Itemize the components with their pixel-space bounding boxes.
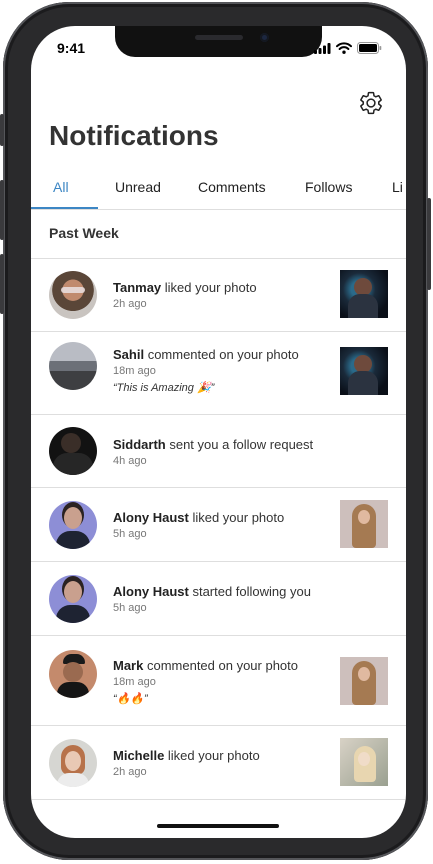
phone-frame: 9:41 Notifications All Unread Comments F… xyxy=(0,2,431,860)
notification-text: Michelle liked your photo xyxy=(113,748,260,763)
power-button xyxy=(427,198,431,290)
avatar xyxy=(49,271,97,319)
notification-action: liked your photo xyxy=(188,510,285,525)
notification-time: 4h ago xyxy=(113,455,147,467)
notification-row[interactable]: Siddarth sent you a follow request 4h ag… xyxy=(31,415,406,488)
notification-text: Tanmay liked your photo xyxy=(113,280,257,295)
speaker xyxy=(195,35,243,40)
user-name[interactable]: Alony Haust xyxy=(113,510,189,525)
front-camera xyxy=(260,33,269,42)
notification-action: liked your photo xyxy=(164,748,260,763)
notification-time: 5h ago xyxy=(113,602,147,614)
avatar xyxy=(49,575,97,623)
notification-text: Alony Haust liked your photo xyxy=(113,510,284,525)
settings-gear-icon[interactable] xyxy=(358,90,384,116)
section-title: Past Week xyxy=(49,225,119,241)
user-name[interactable]: Michelle xyxy=(113,748,164,763)
notification-time: 2h ago xyxy=(113,766,147,778)
tab-follows[interactable]: Follows xyxy=(305,179,352,195)
mute-switch xyxy=(0,114,4,146)
notification-row[interactable]: Alony Haust started following you 5h ago xyxy=(31,562,406,636)
tab-bar: All Unread Comments Follows Li xyxy=(31,169,406,210)
battery-icon xyxy=(357,42,382,54)
active-tab-indicator xyxy=(31,207,98,209)
tab-comments[interactable]: Comments xyxy=(198,179,266,195)
avatar xyxy=(49,650,97,698)
comment-quote: “This is Amazing 🎉” xyxy=(113,382,215,394)
user-name[interactable]: Alony Haust xyxy=(113,584,189,599)
user-name[interactable]: Sahil xyxy=(113,347,144,362)
avatar xyxy=(49,739,97,787)
notification-row[interactable]: Michelle liked your photo 2h ago xyxy=(31,726,406,800)
notification-action: commented on your photo xyxy=(144,347,299,362)
section-header: Past Week xyxy=(31,210,406,259)
notification-time: 5h ago xyxy=(113,528,147,540)
user-name[interactable]: Tanmay xyxy=(113,280,161,295)
photo-thumbnail[interactable] xyxy=(340,738,388,786)
photo-thumbnail[interactable] xyxy=(340,270,388,318)
notification-action: sent you a follow request xyxy=(165,437,314,452)
user-name[interactable]: Mark xyxy=(113,658,143,673)
notification-text: Siddarth sent you a follow request xyxy=(113,437,313,452)
status-time: 9:41 xyxy=(57,40,86,56)
photo-thumbnail[interactable] xyxy=(340,657,388,705)
notification-text: Alony Haust started following you xyxy=(113,584,311,599)
notification-time: 18m ago xyxy=(113,676,156,688)
photo-thumbnail[interactable] xyxy=(340,500,388,548)
photo-thumbnail[interactable] xyxy=(340,347,388,395)
notification-row[interactable]: Alony Haust liked your photo 5h ago xyxy=(31,488,406,562)
user-name[interactable]: Siddarth xyxy=(113,437,166,452)
notification-text: Sahil commented on your photo xyxy=(113,347,299,362)
tab-all[interactable]: All xyxy=(53,179,69,195)
notification-action: started following you xyxy=(188,584,311,599)
tab-unread[interactable]: Unread xyxy=(115,179,161,195)
page-title: Notifications xyxy=(49,120,219,151)
tab-likes[interactable]: Li xyxy=(392,179,403,195)
cellular-signal-icon xyxy=(314,42,331,54)
notification-action: commented on your photo xyxy=(143,658,299,673)
comment-quote: “🔥🔥” xyxy=(113,693,148,705)
volume-down-button xyxy=(0,254,4,314)
notification-row[interactable]: Mark commented on your photo 18m ago “🔥🔥… xyxy=(31,636,406,726)
avatar xyxy=(49,501,97,549)
notification-time: 18m ago xyxy=(113,365,156,377)
notification-row[interactable]: Sahil commented on your photo 18m ago “T… xyxy=(31,332,406,415)
notification-time: 2h ago xyxy=(113,298,147,310)
notch xyxy=(115,26,322,57)
avatar xyxy=(49,427,97,475)
home-indicator[interactable] xyxy=(157,824,279,828)
notification-action: liked your photo xyxy=(161,280,257,295)
avatar xyxy=(49,342,97,390)
notification-text: Mark commented on your photo xyxy=(113,658,298,673)
screen: 9:41 Notifications All Unread Comments F… xyxy=(31,26,406,838)
status-icons xyxy=(314,42,382,54)
volume-up-button xyxy=(0,180,4,240)
wifi-icon xyxy=(336,42,352,54)
notification-row[interactable]: Tanmay liked your photo 2h ago xyxy=(31,259,406,332)
